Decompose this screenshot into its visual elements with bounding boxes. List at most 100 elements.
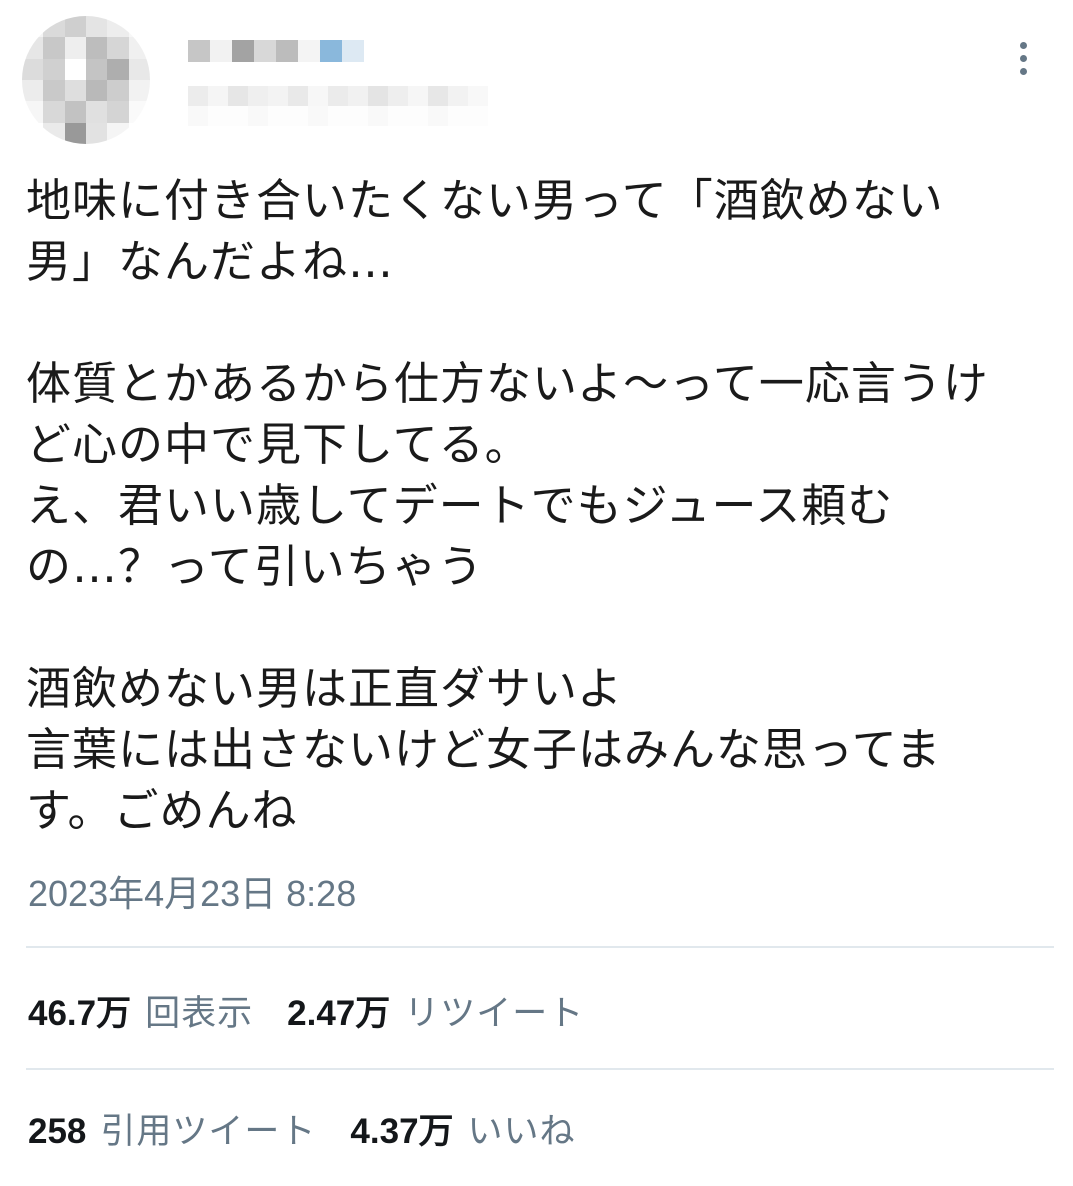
handle-pixel bbox=[228, 106, 248, 126]
avatar-pixel bbox=[107, 122, 129, 144]
avatar-pixel bbox=[22, 80, 44, 102]
display-name-blurred[interactable] bbox=[188, 40, 364, 64]
username-handle-blurred[interactable] bbox=[188, 86, 488, 126]
handle-pixel bbox=[268, 106, 288, 126]
avatar-pixel bbox=[128, 58, 150, 80]
name-pixel bbox=[298, 40, 320, 62]
name-pixel bbox=[342, 40, 364, 62]
avatar-pixel bbox=[43, 122, 65, 144]
stats-row-secondary: 258 引用ツイート 4.37万 いいね bbox=[28, 1102, 610, 1162]
avatar-pixel bbox=[64, 37, 86, 59]
avatar-pixel bbox=[86, 122, 108, 144]
name-pixel bbox=[210, 40, 232, 62]
avatar-pixel bbox=[22, 122, 44, 144]
more-vertical-icon bbox=[1019, 67, 1027, 75]
handle-pixel bbox=[448, 106, 468, 126]
more-vertical-icon bbox=[1019, 41, 1027, 49]
handle-pixel bbox=[368, 106, 388, 126]
handle-pixel bbox=[428, 86, 448, 106]
avatar-pixel bbox=[128, 80, 150, 102]
divider bbox=[26, 1068, 1054, 1070]
views-stat[interactable]: 46.7万 回表示 bbox=[28, 984, 253, 1044]
handle-pixel bbox=[248, 86, 268, 106]
handle-pixel bbox=[448, 86, 468, 106]
handle-pixel bbox=[208, 106, 228, 126]
views-label: 回表示 bbox=[145, 994, 254, 1034]
name-pixel bbox=[254, 40, 276, 62]
handle-pixel bbox=[328, 106, 348, 126]
handle-pixel bbox=[348, 106, 368, 126]
avatar-pixel bbox=[43, 37, 65, 59]
avatar-pixel bbox=[86, 16, 108, 38]
avatar-pixel bbox=[64, 80, 86, 102]
quotes-stat[interactable]: 258 引用ツイート bbox=[28, 1102, 316, 1162]
handle-pixel bbox=[348, 86, 368, 106]
handle-pixel bbox=[328, 86, 348, 106]
retweets-label: リツイート bbox=[404, 994, 585, 1034]
retweets-count: 2.47万 bbox=[287, 994, 391, 1033]
retweets-stat[interactable]: 2.47万 リツイート bbox=[287, 984, 584, 1044]
handle-pixel bbox=[388, 86, 408, 106]
avatar-pixel bbox=[64, 58, 86, 80]
likes-stat[interactable]: 4.37万 いいね bbox=[350, 1102, 575, 1162]
avatar-pixel bbox=[43, 101, 65, 123]
avatar-pixel bbox=[43, 58, 65, 80]
handle-pixel bbox=[288, 106, 308, 126]
avatar-pixel bbox=[128, 16, 150, 38]
avatar-pixel bbox=[128, 101, 150, 123]
avatar-pixel bbox=[107, 58, 129, 80]
handle-pixel bbox=[408, 86, 428, 106]
avatar-pixel bbox=[22, 101, 44, 123]
avatar-pixel bbox=[107, 37, 129, 59]
more-vertical-icon bbox=[1019, 54, 1027, 62]
handle-pixel bbox=[188, 106, 208, 126]
tweet-text: 地味に付き合いたくない男って「酒飲めない 男」なんだよね… 体質とかあるから仕方… bbox=[26, 174, 989, 837]
handle-pixel bbox=[388, 106, 408, 126]
avatar-pixel bbox=[22, 58, 44, 80]
avatar-pixel bbox=[128, 122, 150, 144]
handle-pixel bbox=[368, 86, 388, 106]
name-pixel bbox=[232, 40, 254, 62]
avatar-pixel bbox=[43, 80, 65, 102]
avatar-pixel bbox=[64, 122, 86, 144]
handle-pixel bbox=[208, 86, 228, 106]
stats-row-primary: 46.7万 回表示 2.47万 リツイート bbox=[28, 984, 618, 1044]
likes-count: 4.37万 bbox=[350, 1112, 454, 1151]
avatar-pixel bbox=[64, 101, 86, 123]
avatar-pixel bbox=[64, 16, 86, 38]
tweet-header bbox=[0, 0, 1073, 150]
handle-pixel bbox=[188, 86, 208, 106]
avatar-pixel bbox=[86, 80, 108, 102]
quotes-count: 258 bbox=[28, 1112, 87, 1151]
handle-pixel bbox=[428, 106, 448, 126]
divider bbox=[26, 946, 1054, 948]
handle-pixel bbox=[468, 86, 488, 106]
avatar-pixel bbox=[107, 16, 129, 38]
avatar-pixel bbox=[86, 58, 108, 80]
avatar-pixel bbox=[22, 16, 44, 38]
avatar-pixel bbox=[107, 101, 129, 123]
name-pixel bbox=[320, 40, 342, 62]
tweet-timestamp[interactable]: 2023年4月23日 8:28 bbox=[28, 870, 356, 918]
handle-pixel bbox=[268, 86, 288, 106]
handle-pixel bbox=[308, 86, 328, 106]
avatar-pixel bbox=[86, 37, 108, 59]
more-options-button[interactable] bbox=[1003, 36, 1043, 80]
name-pixel bbox=[188, 40, 210, 62]
avatar-pixel bbox=[22, 37, 44, 59]
avatar-pixel bbox=[107, 80, 129, 102]
likes-label: いいね bbox=[467, 1112, 576, 1152]
avatar-pixel bbox=[128, 37, 150, 59]
handle-pixel bbox=[288, 86, 308, 106]
avatar-pixel bbox=[86, 101, 108, 123]
views-count: 46.7万 bbox=[28, 994, 132, 1033]
handle-pixel bbox=[468, 106, 488, 126]
quotes-label: 引用ツイート bbox=[100, 1112, 317, 1152]
handle-pixel bbox=[308, 106, 328, 126]
avatar[interactable] bbox=[22, 16, 150, 144]
handle-pixel bbox=[408, 106, 428, 126]
name-pixel bbox=[276, 40, 298, 62]
avatar-pixel bbox=[43, 16, 65, 38]
handle-pixel bbox=[248, 106, 268, 126]
handle-pixel bbox=[228, 86, 248, 106]
